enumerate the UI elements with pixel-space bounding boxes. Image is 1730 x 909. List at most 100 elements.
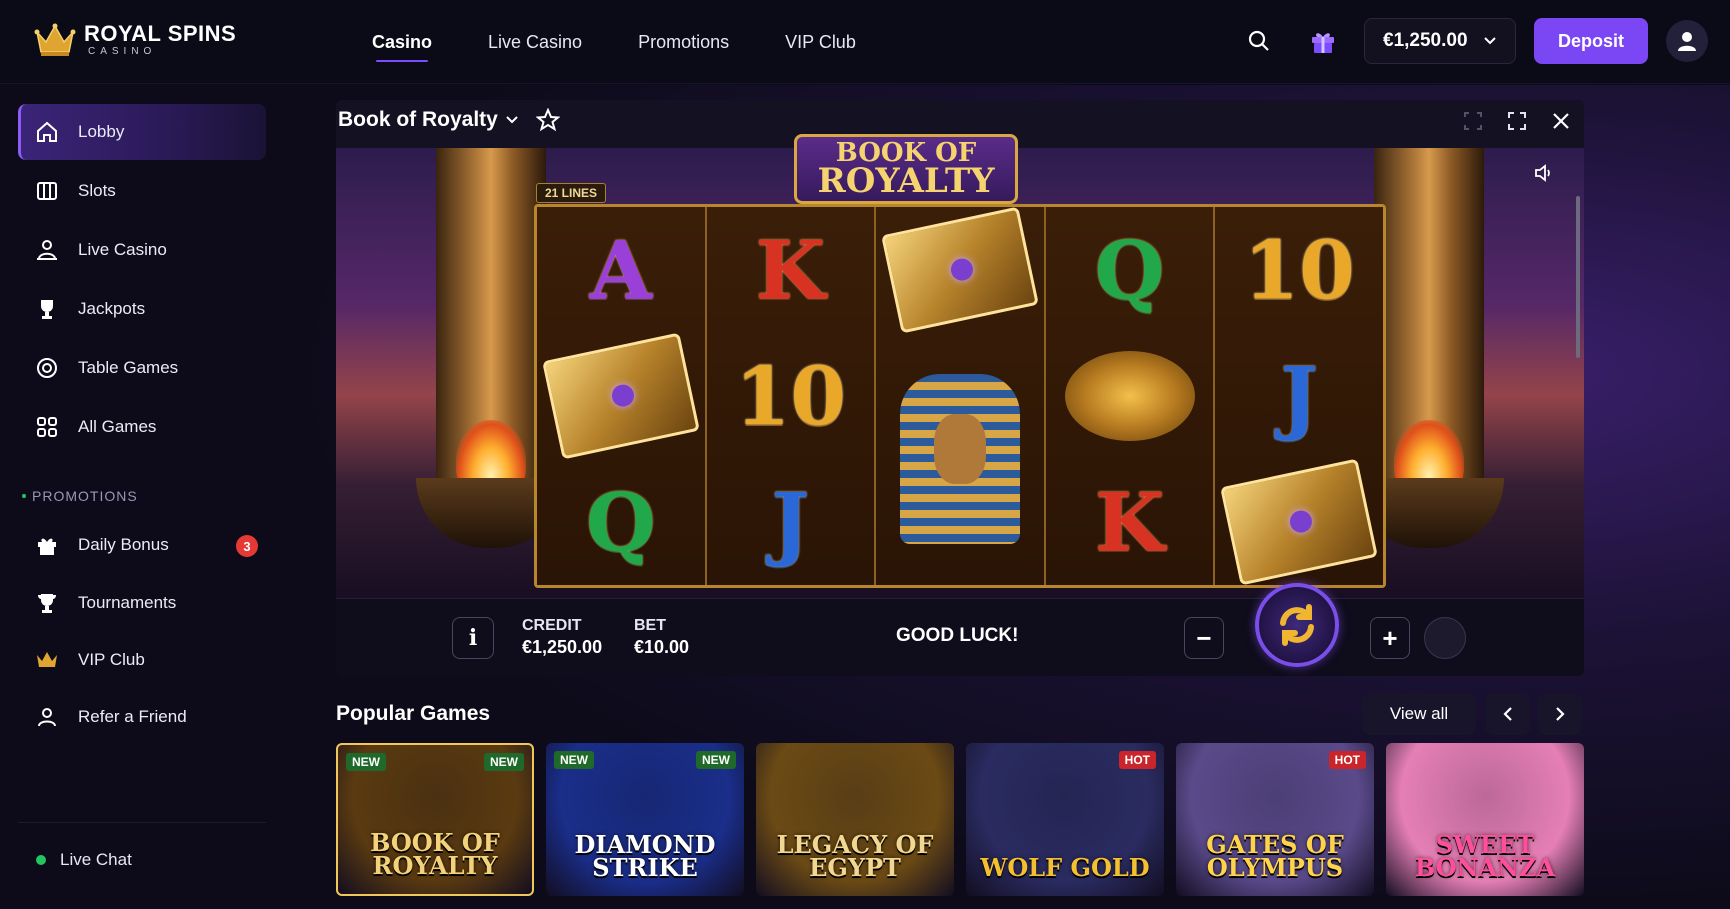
star-icon[interactable] <box>535 108 560 132</box>
cup-icon <box>34 590 60 616</box>
reels-grid: A Q K 10 J Q K 10 J <box>534 204 1386 588</box>
reel-column: 10 J <box>1215 207 1383 586</box>
game-card[interactable]: SWEET BONANZA <box>1386 743 1584 896</box>
new-badge: NEW <box>346 753 386 771</box>
increase-bet-button[interactable]: + <box>1370 617 1410 659</box>
game-logo: BOOK OF ROYALTY <box>794 134 1018 204</box>
grid-icon <box>34 414 60 440</box>
game-card-title: SWEET BONANZA <box>1414 830 1556 883</box>
sidebar: Lobby Slots Live Casino Jackpots Table G… <box>0 85 284 909</box>
popular-games-title: Popular Games <box>336 702 491 725</box>
hot-badge: HOT <box>1118 751 1156 769</box>
game-card[interactable]: NEW NEW DIAMOND STRIKE <box>546 743 744 896</box>
new-badge: NEW <box>554 751 594 769</box>
sidebar-item-label: Tournaments <box>78 593 177 612</box>
gift-button[interactable] <box>1300 18 1346 64</box>
game-title[interactable]: Book of Royalty <box>338 108 560 132</box>
sidebar-divider <box>18 822 266 823</box>
game-card[interactable]: HOT GATES OF OLYMPUS <box>1176 743 1374 896</box>
reel-symbol: J <box>1280 349 1319 443</box>
reel-column: AQ <box>537 207 707 585</box>
game-card-title: BOOK OF ROYALTY <box>370 828 500 881</box>
search-button[interactable] <box>1236 18 1282 64</box>
nav-promotions[interactable]: Promotions <box>610 0 757 84</box>
sidebar-item-label: All Games <box>78 417 157 436</box>
sidebar-item-label: Daily Bonus <box>78 535 169 554</box>
sidebar-item-label: Refer a Friend <box>78 707 187 726</box>
sidebar-item-vip-club[interactable]: VIP Club <box>18 632 266 688</box>
credit-value: €1,250.00 <box>522 637 603 657</box>
fullscreen-icon[interactable] <box>1504 108 1530 134</box>
carousel-next-button[interactable] <box>1538 693 1582 735</box>
crown-icon <box>34 23 76 56</box>
reel-symbol: Q <box>585 475 656 569</box>
live-chat-label: Live Chat <box>60 850 132 869</box>
home-icon <box>34 119 60 145</box>
slots-icon <box>34 178 60 204</box>
sidebar-item-label: Slots <box>78 181 116 200</box>
sidebar-item-all-games[interactable]: All Games <box>18 399 266 455</box>
top-navigation: Casino Live Casino Promotions VIP Club <box>344 0 884 84</box>
view-all-button[interactable]: View all <box>1362 693 1476 735</box>
game-status-message: GOOD LUCK! <box>896 625 1019 646</box>
sidebar-item-table-games[interactable]: Table Games <box>18 340 266 396</box>
nav-live-casino[interactable]: Live Casino <box>460 0 610 84</box>
reel-symbol <box>876 206 1044 334</box>
sound-icon[interactable] <box>1532 162 1554 189</box>
reel-symbol: K <box>1094 475 1165 569</box>
sidebar-item-daily-bonus[interactable]: Daily Bonus 3 <box>18 517 266 573</box>
theater-mode-icon[interactable] <box>1460 108 1486 134</box>
online-status-dot <box>36 855 46 865</box>
game-card[interactable]: LEGACY OF EGYPT <box>756 743 954 896</box>
slot-game-canvas[interactable]: A Q K 10 J Q K 10 J BOOK OF ROYALTY 21 LINES <box>336 134 1584 598</box>
reel-symbol: 10 <box>1243 223 1355 317</box>
reel-symbol: Q <box>1094 223 1165 317</box>
avatar[interactable] <box>1666 20 1708 62</box>
user-icon <box>34 704 60 730</box>
hot-badge: HOT <box>1328 751 1366 769</box>
scrollbar[interactable] <box>1576 196 1580 358</box>
notification-badge: 3 <box>236 535 258 557</box>
game-card[interactable]: HOT WOLF GOLD <box>966 743 1164 896</box>
balance-dropdown[interactable]: €1,250.00 <box>1364 18 1516 64</box>
reel-symbol: K <box>755 223 826 317</box>
deposit-button[interactable]: Deposit <box>1534 18 1648 64</box>
game-card-title: LEGACY OF EGYPT <box>776 830 934 883</box>
nav-casino[interactable]: Casino <box>344 0 460 84</box>
credit-label: CREDIT <box>522 617 582 634</box>
brand-name: ROYAL SPINS <box>84 21 237 46</box>
decrease-bet-button[interactable]: − <box>1184 617 1224 659</box>
sidebar-item-live-casino[interactable]: Live Casino <box>18 222 266 278</box>
sidebar-item-jackpots[interactable]: Jackpots <box>18 281 266 337</box>
game-card[interactable]: NEW NEW BOOK OF ROYALTY <box>336 743 534 896</box>
sidebar-item-slots[interactable]: Slots <box>18 163 266 219</box>
game-control-bar: i CREDIT €1,250.00 BET €10.00 GOOD LUCK!… <box>336 583 1584 676</box>
spin-button[interactable] <box>1255 583 1339 667</box>
sidebar-item-refer-a-friend[interactable]: Refer a Friend <box>18 689 266 745</box>
sidebar-item-label: VIP Club <box>78 650 145 669</box>
reel-column: K 10 J <box>706 207 877 585</box>
close-icon[interactable] <box>1548 108 1574 134</box>
header-actions: €1,250.00 Deposit <box>1236 18 1708 64</box>
chevron-down-icon <box>1484 37 1496 45</box>
sidebar-item-lobby[interactable]: Lobby <box>18 104 266 160</box>
game-card-title: GATES OF OLYMPUS <box>1206 830 1344 883</box>
sidebar-item-tournaments[interactable]: Tournaments <box>18 575 266 631</box>
nav-vip-club[interactable]: VIP Club <box>757 0 884 84</box>
brand-logo[interactable]: ROYAL SPINS CASINO <box>34 22 236 58</box>
new-badge: NEW <box>484 753 524 771</box>
section-label: PROMOTIONS <box>32 488 138 504</box>
live-chat-button[interactable]: Live Chat <box>36 850 132 870</box>
autoplay-button[interactable] <box>1424 617 1466 659</box>
carousel-prev-button[interactable] <box>1486 693 1530 735</box>
game-card-title: WOLF GOLD <box>980 853 1150 883</box>
sidebar-item-label: Lobby <box>78 122 125 141</box>
section-dot <box>22 494 26 498</box>
new-badge: NEW <box>696 751 736 769</box>
balance-value: €1,250.00 <box>1383 30 1468 51</box>
reel-symbol: J <box>771 475 810 569</box>
info-button[interactable]: i <box>452 617 494 659</box>
book-symbol <box>881 206 1039 334</box>
reel-symbol <box>1215 458 1383 586</box>
chevron-left-icon <box>1503 707 1512 721</box>
